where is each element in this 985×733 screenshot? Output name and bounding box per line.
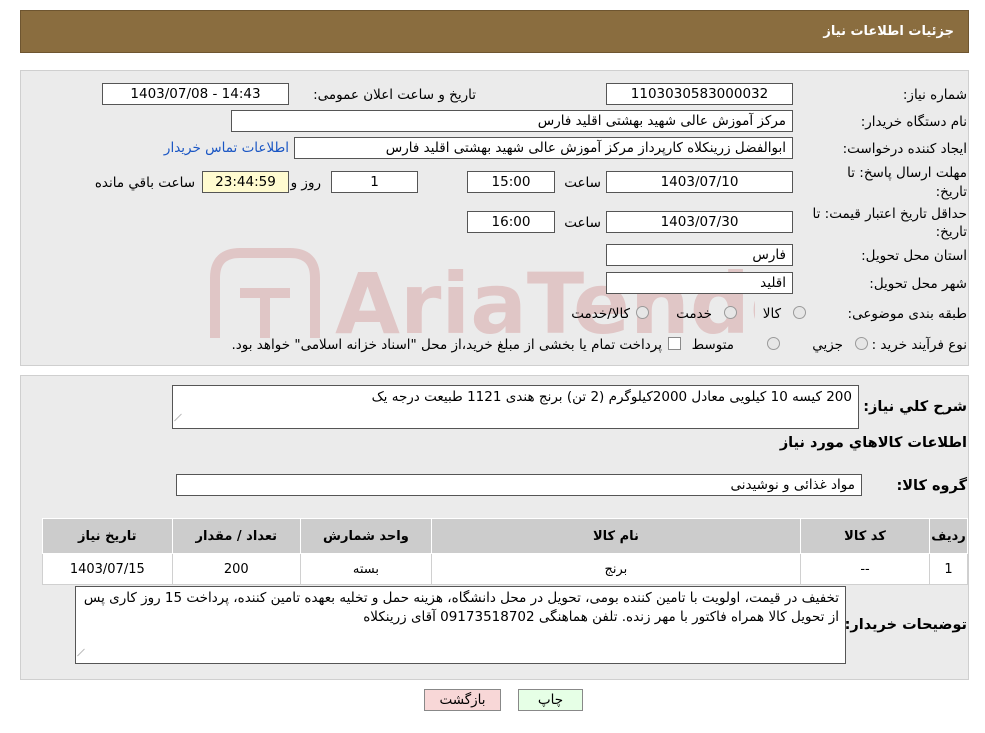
summary-textarea: 200 کیسه 10 کیلویی معادل 2000کیلوگرم (2 … bbox=[172, 385, 859, 429]
announce-field: 1403/07/08 - 14:43 bbox=[102, 83, 289, 105]
category-option-goods-service: کالا/خدمت bbox=[571, 306, 630, 322]
column-header-item-code: کد کالا bbox=[799, 518, 931, 554]
process-option-minor: جزیي bbox=[812, 337, 843, 353]
summary-label: شرح کلي نياز: bbox=[863, 399, 967, 415]
process-option-medium: متوسط bbox=[691, 337, 734, 353]
need-number-field: 1103030583000032 bbox=[606, 83, 793, 105]
cell-item-name: برنج bbox=[430, 553, 802, 585]
goods-table: رديف کد کالا نام کالا واحد شمارش تعداد /… bbox=[42, 518, 968, 585]
deadline-time-field: 15:00 bbox=[467, 171, 555, 193]
category-radio-goods[interactable] bbox=[793, 306, 806, 319]
goods-section-title: اطلاعات کالاهاي مورد نياز bbox=[779, 435, 967, 451]
cell-unit: بسته bbox=[300, 553, 432, 585]
announce-label: تاریخ و ساعت اعلان عمومی: bbox=[313, 87, 476, 103]
table-row: 1 -- برنج بسته 200 1403/07/15 bbox=[42, 553, 968, 585]
validity-date-field: 1403/07/30 bbox=[606, 211, 793, 233]
cell-quantity: 200 bbox=[171, 553, 302, 585]
page-header: جزئیات اطلاعات نیاز bbox=[20, 10, 969, 53]
deadline-time-word: ساعت bbox=[564, 175, 601, 191]
buyer-org-field: مرکز آموزش عالی شهید بهشتی اقلید فارس bbox=[231, 110, 793, 132]
cell-row-number: 1 bbox=[929, 553, 968, 585]
category-radio-service[interactable] bbox=[724, 306, 737, 319]
summary-text: 200 کیسه 10 کیلویی معادل 2000کیلوگرم (2 … bbox=[371, 389, 852, 405]
back-button[interactable]: بازگشت bbox=[424, 689, 501, 711]
province-field: فارس bbox=[606, 244, 793, 266]
requester-field: ابوالفضل زرینکلاه کارپرداز مرکز آموزش عا… bbox=[294, 137, 793, 159]
column-header-quantity: تعداد / مقدار bbox=[171, 518, 302, 554]
buyer-org-label: نام دستگاه خریدار: bbox=[860, 114, 967, 130]
print-button[interactable]: چاپ bbox=[518, 689, 583, 711]
buyer-notes-textarea: تخفیف در قیمت، اولویت با تامین کننده بوم… bbox=[75, 586, 846, 664]
process-label: نوع فرآیند خرید : bbox=[871, 337, 967, 353]
payment-note: پرداخت تمام یا بخشی از مبلغ خرید،از محل … bbox=[231, 337, 662, 353]
buyer-notes-label: توضیحات خریدار: bbox=[844, 617, 967, 633]
column-header-need-date: تاريخ نياز bbox=[42, 518, 173, 554]
resize-handle-icon[interactable] bbox=[77, 648, 92, 664]
column-header-row-number: رديف bbox=[929, 518, 968, 554]
category-option-goods: کالا bbox=[762, 306, 781, 322]
validity-label-line2: تاریخ: bbox=[935, 224, 967, 240]
category-radio-goods-service[interactable] bbox=[636, 306, 649, 319]
validity-time-word: ساعت bbox=[564, 215, 601, 231]
treasury-payment-checkbox[interactable] bbox=[668, 337, 681, 350]
goods-group-field: مواد غذائی و نوشیدنی bbox=[176, 474, 862, 496]
buyer-notes-text: تخفیف در قیمت، اولویت با تامین کننده بوم… bbox=[83, 590, 839, 625]
province-label: استان محل تحویل: bbox=[861, 248, 967, 264]
days-word: روز و bbox=[290, 175, 321, 191]
buyer-contact-link[interactable]: اطلاعات تماس خریدار bbox=[164, 140, 289, 156]
column-header-unit: واحد شمارش bbox=[300, 518, 432, 554]
requester-label: ایجاد کننده درخواست: bbox=[842, 141, 967, 157]
category-label: طبقه بندی موضوعی: bbox=[847, 306, 967, 322]
city-label: شهر محل تحویل: bbox=[869, 276, 967, 292]
deadline-label-line2: تاریخ: bbox=[935, 184, 967, 200]
deadline-date-field: 1403/07/10 bbox=[606, 171, 793, 193]
column-header-item-name: نام کالا bbox=[430, 518, 802, 554]
category-option-service: خدمت bbox=[676, 306, 712, 322]
cell-item-code: -- bbox=[799, 553, 931, 585]
process-radio-minor[interactable] bbox=[855, 337, 868, 350]
table-header-row: رديف کد کالا نام کالا واحد شمارش تعداد /… bbox=[42, 518, 968, 554]
city-field: اقلید bbox=[606, 272, 793, 294]
process-radio-medium[interactable] bbox=[767, 337, 780, 350]
need-number-label: شماره نیاز: bbox=[902, 87, 967, 103]
validity-time-field: 16:00 bbox=[467, 211, 555, 233]
validity-label-line1: حداقل تاریخ اعتبار قیمت: تا bbox=[812, 206, 967, 222]
resize-handle-icon[interactable] bbox=[174, 413, 189, 429]
remaining-word: ساعت باقي مانده bbox=[94, 175, 195, 191]
days-field: 1 bbox=[331, 171, 418, 193]
goods-group-label: گروه کالا: bbox=[896, 478, 967, 494]
deadline-label-line1: مهلت ارسال پاسخ: تا bbox=[847, 165, 967, 181]
page-title: جزئیات اطلاعات نیاز bbox=[823, 24, 954, 39]
remaining-time-field: 23:44:59 bbox=[202, 171, 289, 193]
cell-need-date: 1403/07/15 bbox=[42, 553, 173, 585]
